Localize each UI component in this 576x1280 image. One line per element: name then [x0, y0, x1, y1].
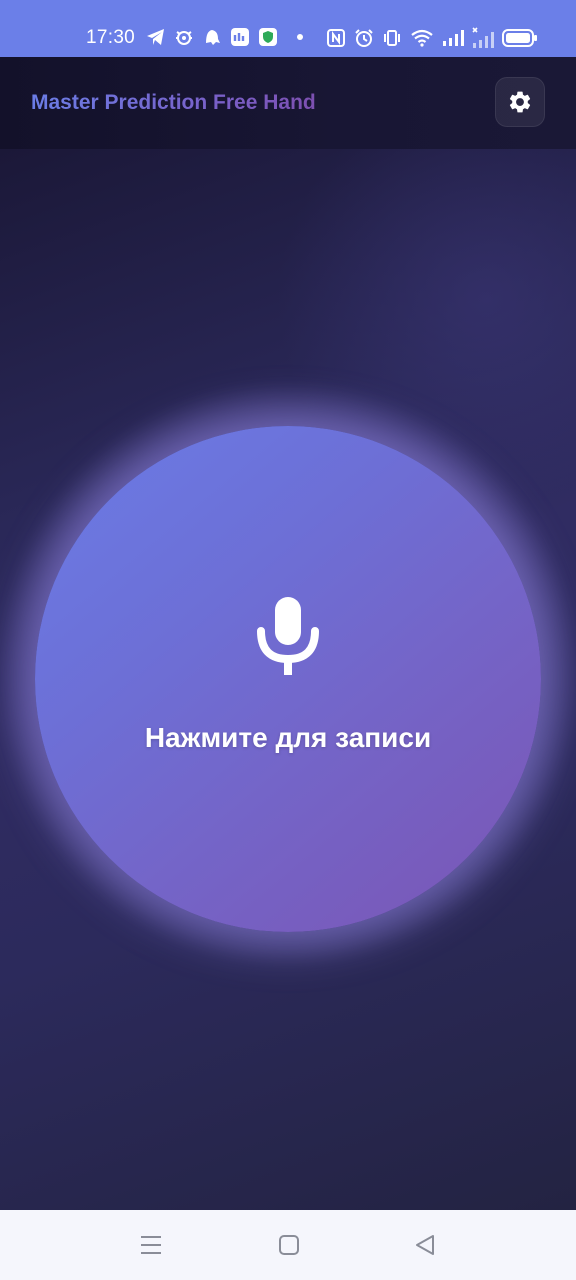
status-icons-right: [326, 27, 546, 49]
navigation-bar: [0, 1210, 576, 1280]
wifi-icon: [410, 29, 434, 47]
nfc-icon: [326, 28, 346, 48]
signal-icon: [442, 29, 464, 47]
home-icon[interactable]: [278, 1234, 300, 1261]
shield-icon: [258, 27, 278, 47]
status-icons-left: [146, 27, 312, 47]
gear-icon: [509, 91, 531, 113]
app-icon: [230, 27, 250, 47]
telegram-icon: [146, 28, 166, 46]
status-bar: 17:30: [0, 0, 576, 57]
settings-button[interactable]: [495, 77, 545, 127]
vibrate-icon: [382, 28, 402, 48]
app-bar: Master Prediction Free Hand: [0, 57, 576, 150]
record-label: Нажмите для записи: [144, 722, 432, 753]
battery-icon: [502, 29, 538, 47]
alarm-icon: [354, 28, 374, 48]
record-button[interactable]: [35, 426, 541, 932]
back-icon[interactable]: [414, 1234, 436, 1261]
ghost-icon: [202, 27, 222, 47]
bug-icon: [174, 27, 194, 47]
app-title: Master Prediction Free Hand: [31, 91, 316, 114]
main-area: Нажмите для записи: [0, 149, 576, 1210]
microphone-icon: [257, 597, 319, 675]
menu-icon[interactable]: [140, 1234, 162, 1261]
signal-no-service-icon: [472, 27, 494, 49]
dot-icon: [296, 33, 304, 41]
status-time: 17:30: [86, 27, 136, 48]
